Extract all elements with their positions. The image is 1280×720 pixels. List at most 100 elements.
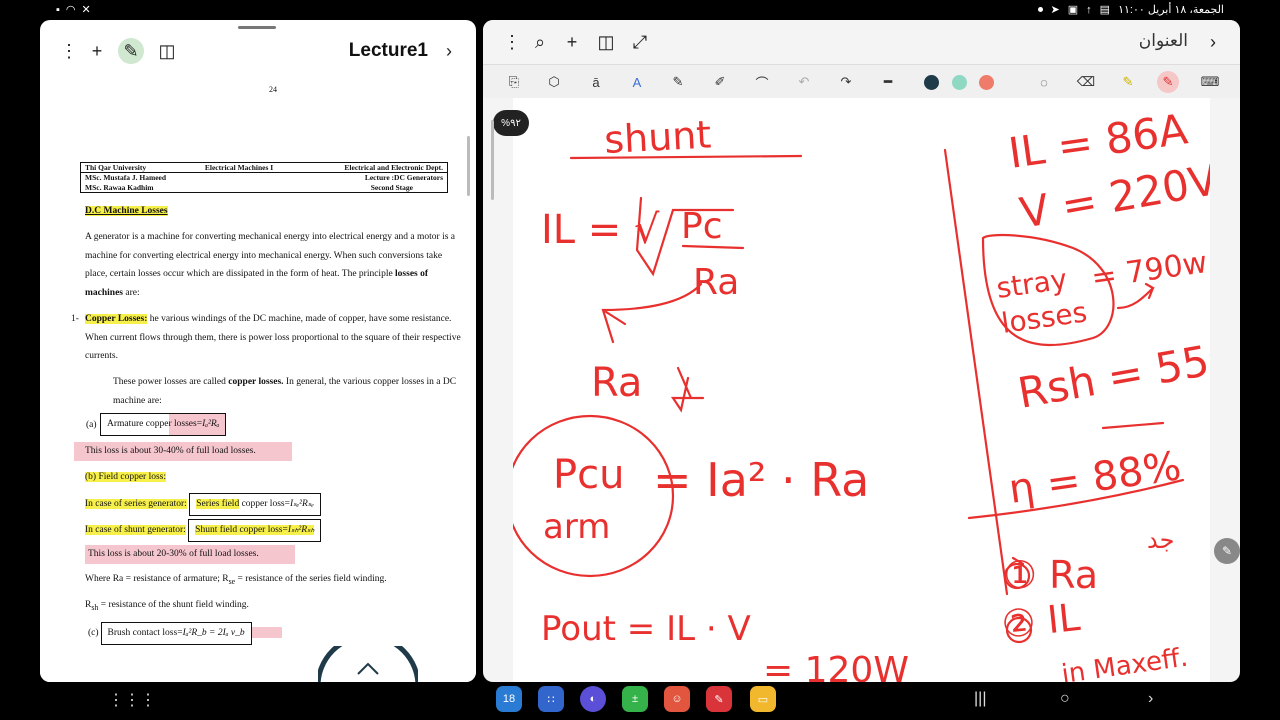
ink-text: Pout = IL · V [541,609,751,649]
expand-icon[interactable]: ⤢ [627,29,653,55]
pdf-toolbar: ⋮ + ✎ ◫ Lecture1 › [40,30,476,74]
search-icon[interactable]: ⌕ [527,29,553,55]
note-title: العنوان [1138,31,1188,50]
header-cell: MSc. Mustafa J. Hameed [85,173,167,183]
add-icon[interactable]: + [84,38,110,64]
copper-losses-paragraph: Copper Losses: he various windings of th… [85,310,463,366]
back-button-icon[interactable]: › [1148,690,1153,708]
notes-pane: ⋮ ⌕ + ◫ ⤢ العنوان › ⎘ ⬡ ā A ✎ ✐ ⌒ ↶ ↷ ━ … [483,20,1240,682]
armature-box: Armature copper losses=Iₐ²Rₐ [100,413,227,436]
ink-text: جد [1147,526,1174,554]
mute-icon: ✕ [81,4,91,16]
chevron-right-icon[interactable]: › [1200,29,1226,55]
color-navy[interactable] [924,75,939,90]
sim-icon: ▪ [56,3,60,16]
marker-icon[interactable]: ✎ [1117,71,1139,93]
header-cell: Lecture :DC Generators [364,173,443,183]
table-row: MSc. Rawaa Kadhim Second Stage [81,183,448,193]
series-label: copper loss= [239,499,290,509]
where1-end: = resistance of the series field winding… [235,574,387,584]
text-box-icon[interactable]: ā [585,71,607,93]
item-a-label: (a) [86,420,97,430]
active-pen-icon[interactable]: ✎ [1157,71,1179,93]
field-title-text: (b) Field copper loss: [85,472,167,482]
add-page-icon[interactable]: + [559,29,585,55]
eraser-icon[interactable]: ⌫ [1075,71,1097,93]
book-view-icon[interactable]: ◫ [154,38,180,64]
series-case-text: In case of series generator: [85,499,187,509]
highlighter-icon[interactable]: ✎ [667,71,689,93]
app-drawer-icon[interactable]: ⋮⋮⋮ [108,690,156,710]
notification-dot [1037,7,1043,12]
files-app-icon[interactable]: ▭ [750,686,776,712]
chevron-right-icon[interactable]: › [436,38,462,64]
ink-text: Ra [693,262,739,303]
shunt-label: Shunt field copper loss= [195,525,288,535]
ink-text: ② IL [999,595,1082,647]
status-datetime: الجمعة، ١٨ أبريل ١١:٠٠ [1118,4,1224,16]
notes-scrollbar[interactable] [491,120,494,200]
scrollbar[interactable] [467,136,470,196]
calendar-app-icon[interactable]: 18 [496,686,522,712]
lasso-icon[interactable]: ◌ [1033,71,1055,93]
series-hl: Series field [196,499,240,509]
stroke-width-icon[interactable]: ━ [877,71,899,93]
section-heading: D.C Machine Losses [85,202,168,221]
armature-note: This loss is about 30-40% of full load l… [74,442,292,461]
text-mode-icon[interactable]: ⎘ [503,71,525,93]
shunt-case: In case of shunt generator: Shunt field … [85,519,322,542]
document-title: Lecture1 [348,40,428,61]
redo-icon[interactable]: ↷ [835,71,857,93]
pdf-viewer-pane: ⋮ + ✎ ◫ Lecture1 › 24 Thi Qar University… [40,20,476,682]
brush-box: Brush contact loss=Iₐ²R_b = 2Iₐ v_b [100,622,252,645]
calculator-app-icon[interactable]: ± [622,686,648,712]
undo-icon[interactable]: ↶ [793,71,815,93]
pen-style-icon[interactable]: ✐ [709,71,731,93]
armature-label: Armature copper losses= [107,419,203,429]
handwriting-layer: shunt IL = √ Pc Ra Ra Pcu arm = Ia² · Ra… [513,104,1210,682]
note-canvas[interactable]: shunt IL = √ Pc Ra Ra Pcu arm = Ia² · Ra… [513,98,1210,682]
armature-formula: Iₐ²Rₐ [202,419,220,429]
intro-end: are: [123,287,140,298]
header-cell: MSc. Rawaa Kadhim [85,182,154,192]
more-options-icon[interactable]: ⋮ [56,38,82,64]
armature-formula-box: Armature copper losses=Iₐ²Rₐ [100,413,227,436]
apps-folder-icon[interactable]: ∷ [538,686,564,712]
window-handle[interactable] [238,26,276,29]
telegram-icon: ➤ [1050,4,1060,16]
item-number: 1- [71,314,79,324]
more-options-icon[interactable]: ⋮ [499,29,525,55]
recents-button-icon[interactable]: ||| [974,690,986,708]
keyboard-icon[interactable]: ⌨ [1199,71,1221,93]
where-line-1: Where Ra = resistance of armature; Rse =… [85,570,387,591]
header-cell [201,173,304,183]
shunt-box: Shunt field copper loss=Iₛₕ²Rₛₕ [188,519,322,542]
browser-app-icon[interactable]: ◐ [580,686,606,712]
ink-text: in Maxeff. [1060,643,1190,682]
pen-icon[interactable]: ✎ [118,38,144,64]
ink-text: IL = √ [541,207,660,253]
color-teal[interactable] [952,75,967,90]
home-button-icon[interactable]: ○ [1060,690,1070,708]
text-style-icon[interactable]: A [626,71,648,93]
edit-pen-fab[interactable]: ✎ [1214,538,1240,564]
field-note: This loss is about 20-30% of full load l… [85,545,295,564]
header-cell: Thi Qar University [80,162,201,173]
fill-icon[interactable]: ⌒ [751,71,773,93]
book-view-icon[interactable]: ◫ [593,29,619,55]
series-case: In case of series generator: Series fiel… [85,493,321,516]
table-row: MSc. Mustafa J. Hameed Lecture :DC Gener… [81,173,448,183]
contacts-app-icon[interactable]: ☺ [664,686,690,712]
header-cell: Electrical Machines I [200,162,304,173]
notes-app-icon[interactable]: ✎ [706,686,732,712]
notes-toolbar: ⋮ ⌕ + ◫ ⤢ العنوان › [483,20,1240,64]
brush-formula: Iₐ²R_b = 2Iₐ v_b [182,628,245,638]
shape-icon[interactable]: ⬡ [543,71,565,93]
brush-label: Brush contact loss= [107,628,183,638]
ink-text: = 790w [1089,245,1209,296]
ink-text: shunt [603,112,712,162]
ink-text: η = 88% [1006,443,1184,513]
ink-text: ① Ra [1003,553,1098,597]
where2-end: = resistance of the shunt field winding. [98,600,249,610]
color-coral[interactable] [979,75,994,90]
